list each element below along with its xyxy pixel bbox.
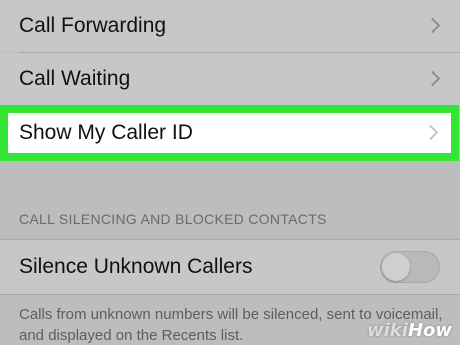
- toggle-knob: [382, 253, 410, 281]
- show-my-caller-id-row[interactable]: Show My Caller ID: [0, 113, 460, 153]
- silence-unknown-callers-row: Silence Unknown Callers: [0, 239, 460, 295]
- section-header: CALL SILENCING AND BLOCKED CONTACTS: [19, 211, 327, 227]
- wikihow-watermark: wikiHow: [367, 320, 452, 341]
- watermark-how: How: [407, 320, 452, 341]
- call-waiting-label: Call Waiting: [19, 67, 131, 90]
- call-waiting-row[interactable]: Call Waiting: [0, 53, 460, 105]
- call-forwarding-label: Call Forwarding: [19, 14, 167, 37]
- call-forwarding-row[interactable]: Call Forwarding: [0, 0, 460, 52]
- silence-unknown-callers-toggle[interactable]: [380, 251, 440, 283]
- watermark-wiki: wiki: [366, 320, 408, 341]
- show-my-caller-id-label: Show My Caller ID: [19, 121, 193, 144]
- phone-settings-screen: Call Forwarding Call Waiting Show My Cal…: [0, 0, 460, 345]
